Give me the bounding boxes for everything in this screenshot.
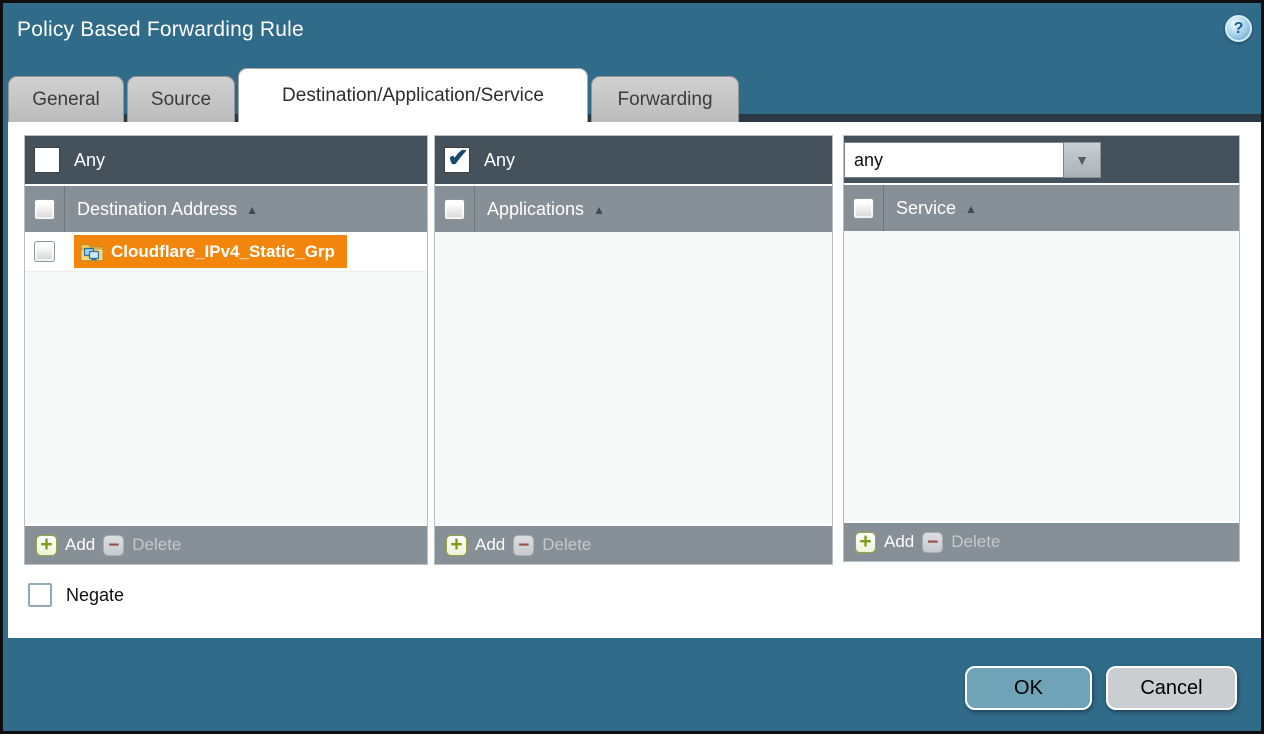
ok-button[interactable]: OK [965,666,1092,710]
table-row[interactable]: Cloudflare_IPv4_Static_Grp [25,232,427,272]
destination-any-checkbox[interactable] [34,147,60,173]
sort-ascending-icon[interactable]: ▲ [965,202,977,216]
minus-glyph: − [518,537,529,554]
checkmark-icon: ✔ [448,148,469,168]
add-icon[interactable]: + [446,535,467,556]
help-glyph: ? [1234,20,1244,38]
destination-list: Cloudflare_IPv4_Static_Grp [25,232,427,524]
divider [883,185,884,231]
tab-content-panel: Any Destination Address ▲ [8,120,1262,638]
add-icon[interactable]: + [855,532,876,553]
service-column: any ▼ Service ▲ + Add − [843,135,1240,562]
tab-label: Destination/Application/Service [282,85,544,107]
applications-header-label[interactable]: Applications [487,199,584,220]
add-icon[interactable]: + [36,535,57,556]
help-icon[interactable]: ? [1225,15,1252,42]
service-column-header: Service ▲ [844,185,1239,231]
minus-glyph: − [927,534,938,551]
dialog-title: Policy Based Forwarding Rule [17,18,304,42]
service-header-label[interactable]: Service [896,198,956,219]
service-list [844,231,1239,521]
service-footer: + Add − Delete [844,521,1239,561]
destination-add-button[interactable]: Add [65,535,95,555]
applications-footer: + Add − Delete [435,524,832,564]
service-dropdown-text: any [854,150,883,171]
sort-ascending-icon[interactable]: ▲ [246,203,258,217]
chevron-down-icon: ▼ [1075,152,1089,168]
destination-select-all-checkbox[interactable] [34,199,55,220]
tab-general[interactable]: General [8,76,124,122]
service-dropdown-bar: any ▼ [844,136,1239,183]
service-dropdown-button[interactable]: ▼ [1064,142,1101,178]
applications-add-button[interactable]: Add [475,535,505,555]
plus-glyph: + [859,533,871,551]
destination-delete-button[interactable]: Delete [132,535,181,555]
negate-label: Negate [66,585,124,606]
delete-icon[interactable]: − [103,535,124,556]
divider [474,186,475,232]
applications-any-label: Any [484,150,515,171]
destination-any-label: Any [74,150,105,171]
divider [64,186,65,232]
destination-column-header: Destination Address ▲ [25,186,427,232]
row-checkbox[interactable] [34,241,55,262]
plus-glyph: + [40,536,52,554]
delete-icon[interactable]: − [513,535,534,556]
tabstrip: General Source Destination/Application/S… [8,68,739,122]
destination-address-column: Any Destination Address ▲ [24,135,428,565]
service-select-all-checkbox[interactable] [853,198,874,219]
applications-any-bar: ✔ Any [435,136,832,184]
applications-column: ✔ Any Applications ▲ + Add − Delete [434,135,833,565]
tab-forwarding[interactable]: Forwarding [591,76,739,122]
address-group-chip[interactable]: Cloudflare_IPv4_Static_Grp [74,235,347,268]
plus-glyph: + [450,536,462,554]
service-add-button[interactable]: Add [884,532,914,552]
address-group-icon [80,242,104,262]
applications-any-checkbox[interactable]: ✔ [444,147,470,173]
destination-footer: + Add − Delete [25,524,427,564]
ok-button-label: OK [1014,677,1043,700]
tab-destination-application-service[interactable]: Destination/Application/Service [238,68,588,122]
tab-label: General [32,89,100,111]
service-delete-button[interactable]: Delete [951,532,1000,552]
applications-column-header: Applications ▲ [435,186,832,232]
negate-checkbox[interactable] [28,583,52,607]
tab-source[interactable]: Source [127,76,235,122]
tab-label: Forwarding [617,89,712,111]
service-dropdown-value[interactable]: any [844,142,1064,178]
destination-header-label[interactable]: Destination Address [77,199,237,220]
minus-glyph: − [108,537,119,554]
destination-any-bar: Any [25,136,427,184]
cancel-button[interactable]: Cancel [1106,666,1237,710]
negate-row: Negate [28,583,124,607]
sort-ascending-icon[interactable]: ▲ [593,203,605,217]
tab-label: Source [151,89,211,111]
cancel-button-label: Cancel [1140,677,1202,700]
delete-icon[interactable]: − [922,532,943,553]
applications-delete-button[interactable]: Delete [542,535,591,555]
policy-based-forwarding-dialog: Policy Based Forwarding Rule ? General S… [0,0,1264,734]
applications-select-all-checkbox[interactable] [444,199,465,220]
applications-list [435,232,832,524]
address-group-name: Cloudflare_IPv4_Static_Grp [111,242,335,262]
